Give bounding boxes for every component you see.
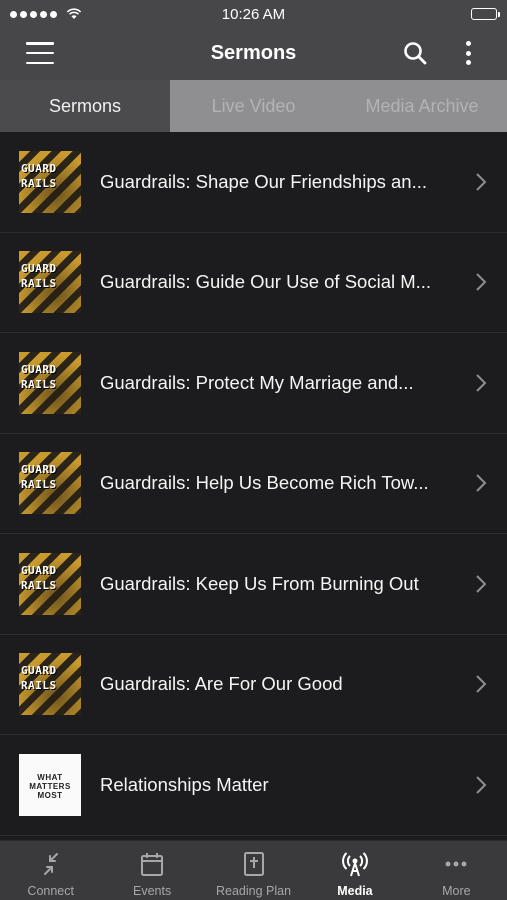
tab-label: Events: [133, 884, 172, 898]
list-item[interactable]: GUARD RAILS Guardrails: Are For Our Good: [0, 634, 507, 735]
battery-icon: [471, 8, 500, 20]
tab-label: Reading Plan: [215, 884, 292, 898]
chevron-right-icon: [476, 675, 487, 693]
list-item[interactable]: WHAT MATTERS MOST Relationships Matter: [0, 735, 507, 836]
wifi-icon: [66, 8, 82, 19]
navigation-bar: Sermons: [0, 28, 507, 80]
status-bar: 10:26 AM: [0, 0, 507, 28]
list-item[interactable]: GUARD RAILS Guardrails: Guide Our Use of…: [0, 232, 507, 333]
sermon-title: Guardrails: Protect My Marriage and...: [100, 371, 414, 393]
sermon-thumbnail: GUARD RAILS: [19, 452, 81, 515]
segment-tabs: Sermons Live Video Media Archive: [0, 80, 507, 132]
tab-label: Connect: [27, 884, 74, 898]
list-item[interactable]: GUARD RAILS Guardrails: Help Us Become R…: [0, 433, 507, 534]
sermon-thumbnail: GUARD RAILS: [19, 150, 81, 213]
thumbnail-text: GUARD RAILS: [21, 362, 57, 391]
tab-live-video[interactable]: Live Video: [170, 80, 337, 132]
chevron-right-icon: [476, 776, 487, 794]
tab-media-archive[interactable]: Media Archive: [337, 80, 507, 132]
tab-connect[interactable]: Connect: [0, 841, 101, 900]
page-title: Sermons: [210, 42, 297, 64]
chevron-right-icon: [476, 474, 487, 492]
tab-sermons[interactable]: Sermons: [0, 80, 170, 132]
thumbnail-text: GUARD RAILS: [21, 664, 57, 693]
search-icon[interactable]: [403, 41, 427, 65]
calendar-icon: [141, 853, 164, 876]
list-item[interactable]: GUARD RAILS Guardrails: Keep Us From Bur…: [0, 534, 507, 635]
thumbnail-text: GUARD RAILS: [21, 262, 57, 291]
tab-events[interactable]: Events: [101, 841, 202, 900]
sermon-list: GUARD RAILS Guardrails: Shape Our Friend…: [0, 132, 507, 836]
tab-reading-plan[interactable]: Reading Plan: [203, 841, 304, 900]
signal-strength-icon: [10, 8, 82, 20]
sermon-thumbnail: GUARD RAILS: [19, 251, 81, 314]
sermon-thumbnail: GUARD RAILS: [19, 552, 81, 615]
tab-more[interactable]: More: [406, 841, 507, 900]
sermon-title: Relationships Matter: [100, 773, 269, 795]
sermon-thumbnail: GUARD RAILS: [19, 653, 81, 716]
sermon-title: Guardrails: Guide Our Use of Social M...: [100, 271, 432, 293]
sermon-title: Guardrails: Keep Us From Burning Out: [100, 572, 419, 594]
bible-icon: [243, 852, 264, 876]
connect-icon: [43, 853, 58, 875]
chevron-right-icon: [476, 374, 487, 392]
thumbnail-text: GUARD RAILS: [21, 161, 57, 190]
sermon-title: Guardrails: Help Us Become Rich Tow...: [100, 472, 429, 494]
tab-label: Media: [337, 884, 373, 898]
sermon-title: Guardrails: Shape Our Friendships an...: [100, 170, 427, 192]
broadcast-icon: [342, 852, 368, 877]
sermon-thumbnail: WHAT MATTERS MOST: [19, 753, 81, 816]
thumbnail-text: GUARD RAILS: [21, 563, 57, 592]
more-options-icon[interactable]: [458, 39, 478, 67]
sermon-title: Guardrails: Are For Our Good: [100, 673, 343, 695]
chevron-right-icon: [476, 173, 487, 191]
list-item[interactable]: GUARD RAILS Guardrails: Shape Our Friend…: [0, 132, 507, 233]
bottom-tab-bar: Connect Events Reading Plan Media More: [0, 840, 507, 900]
chevron-right-icon: [476, 273, 487, 291]
sermon-thumbnail: GUARD RAILS: [19, 351, 81, 414]
tab-media[interactable]: Media: [304, 841, 405, 900]
list-item[interactable]: GUARD RAILS Guardrails: Protect My Marri…: [0, 333, 507, 434]
ellipsis-icon: [445, 861, 467, 867]
thumbnail-text: WHAT MATTERS MOST: [29, 772, 71, 800]
chevron-right-icon: [476, 575, 487, 593]
tab-label: More: [442, 884, 471, 898]
thumbnail-text: GUARD RAILS: [21, 463, 57, 492]
